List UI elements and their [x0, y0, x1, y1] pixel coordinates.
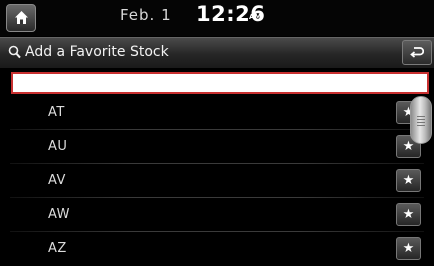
scrollbar-thumb[interactable]	[410, 96, 432, 144]
list-item[interactable]: AT ★	[0, 96, 434, 130]
favorite-star-button[interactable]: ★	[396, 237, 421, 260]
home-icon	[15, 11, 28, 24]
list-item[interactable]: AU ★	[0, 130, 434, 164]
grip-line	[417, 116, 425, 117]
page-title: Add a Favorite Stock	[25, 44, 169, 60]
stock-list: AT ★ AU ★ AV ★ AW ★ AZ ★	[0, 96, 434, 262]
search-input[interactable]	[13, 74, 434, 92]
status-bar: Feb. 1 12:26 AM	[0, 0, 434, 36]
grip-line	[417, 125, 425, 126]
back-icon	[410, 47, 424, 58]
stock-symbol: AT	[48, 105, 65, 120]
favorite-star-button[interactable]: ★	[396, 169, 421, 192]
stock-symbol: AZ	[48, 241, 67, 256]
date-display: Feb. 1	[120, 6, 172, 24]
search-icon	[8, 45, 21, 59]
ampm-indicator: AM	[249, 13, 262, 21]
search-input-box[interactable]	[11, 72, 434, 94]
grip-line	[417, 122, 425, 123]
grip-line	[417, 119, 425, 120]
list-item[interactable]: AW ★	[0, 198, 434, 232]
stock-symbol: AV	[48, 173, 66, 188]
list-item[interactable]: AV ★	[0, 164, 434, 198]
list-item[interactable]: AZ ★	[0, 232, 434, 266]
home-button[interactable]	[6, 4, 36, 32]
back-button[interactable]	[402, 40, 432, 65]
favorite-star-button[interactable]: ★	[396, 203, 421, 226]
title-bar: Add a Favorite Stock	[0, 37, 434, 68]
stock-symbol: AU	[48, 139, 68, 154]
stock-symbol: AW	[48, 207, 71, 222]
